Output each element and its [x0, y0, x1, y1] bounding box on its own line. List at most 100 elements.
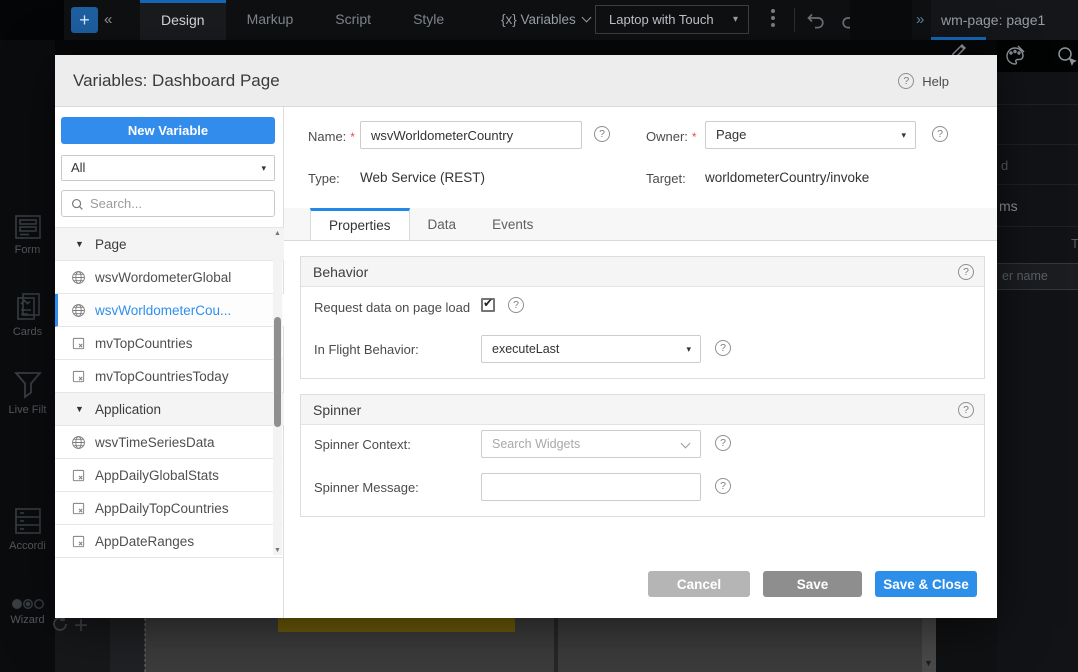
collapse-left-icon[interactable]: «	[104, 0, 112, 40]
scroll-down-icon[interactable]: ▼	[274, 547, 281, 554]
spinner-context-label: Spinner Context:	[314, 437, 411, 452]
palette-item-cards[interactable]: Cards	[0, 292, 55, 338]
device-selector[interactable]: Laptop with Touch ▾	[595, 5, 749, 34]
variable-group-page[interactable]: ▼Page	[55, 228, 284, 261]
mode-tab-script[interactable]: Script	[314, 0, 392, 40]
variable-item[interactable]: wsvWordometerGlobal	[55, 261, 284, 294]
theme-palette-icon[interactable]	[1003, 44, 1027, 73]
right-properties-panel: d ms T er name	[997, 40, 1078, 672]
request-data-checkbox[interactable]: ✔	[481, 298, 495, 312]
page-tab[interactable]: wm-page: page1	[931, 0, 1078, 40]
clipped-text-fragment: d	[1001, 158, 1008, 173]
canvas-scrollbar[interactable]: ▼	[922, 618, 936, 672]
palette-item-accordion[interactable]: Accordi	[0, 506, 55, 552]
name-help-icon[interactable]: ?	[594, 126, 610, 142]
canvas-panel-right[interactable]	[558, 618, 922, 672]
chevron-down-icon	[581, 13, 591, 23]
variable-group-application[interactable]: ▼Application	[55, 393, 284, 426]
sidebar-scrollbar[interactable]: ▲ ▼	[273, 229, 282, 555]
help-link[interactable]: ? Help	[898, 55, 949, 107]
spinner-context-placeholder: Search Widgets	[492, 437, 580, 451]
accordion-icon	[0, 506, 55, 536]
inflight-select[interactable]: executeLast ▾	[481, 335, 701, 363]
mode-tabs: DesignMarkupScriptStyle	[140, 0, 465, 40]
spinner-title: Spinner	[313, 395, 361, 425]
search-input[interactable]	[90, 192, 270, 215]
web-service-icon	[71, 435, 86, 453]
variable-item[interactable]: AppDailyTopCountries	[55, 492, 284, 525]
live-filter-icon	[0, 370, 55, 400]
variable-item[interactable]: wsvTimeSeriesData	[55, 426, 284, 459]
spinner-message-input[interactable]	[481, 473, 701, 501]
panel-row-divider	[997, 104, 1078, 105]
behavior-help-icon[interactable]: ?	[958, 264, 974, 280]
scroll-down-icon[interactable]: ▼	[924, 658, 933, 668]
dialog-header: Variables: Dashboard Page ? Help	[55, 55, 997, 107]
palette-item-wizard[interactable]: Wizard	[0, 598, 55, 626]
inflight-help-icon[interactable]: ?	[715, 340, 731, 356]
behavior-section-header: Behavior ?	[301, 257, 984, 287]
add-widget-button[interactable]: +	[71, 7, 98, 33]
form-icon	[0, 214, 55, 240]
spinner-context-select[interactable]: Search Widgets	[481, 430, 701, 458]
request-data-help-icon[interactable]: ?	[508, 297, 524, 313]
variable-item[interactable]: mvTopCountriesToday	[55, 360, 284, 393]
group-label: Page	[95, 228, 127, 261]
owner-select[interactable]: Page ▾	[705, 121, 916, 149]
variables-menu[interactable]: {x} Variables	[501, 0, 590, 40]
variable-item-label: wsvWordometerGlobal	[95, 261, 231, 294]
top-toolbar: + « DesignMarkupScriptStyle {x} Variable…	[0, 0, 1078, 40]
clipped-name-input[interactable]: er name	[995, 263, 1078, 290]
new-variable-button[interactable]: New Variable	[61, 117, 275, 144]
owner-label: Owner:*	[646, 129, 697, 144]
widget-palette: FormCardsLive FiltAccordiWizard ure	[0, 40, 55, 672]
kebab-menu-icon[interactable]	[771, 9, 775, 27]
type-label: Type:	[308, 171, 340, 186]
mode-tab-markup[interactable]: Markup	[226, 0, 315, 40]
name-label: Name:*	[308, 129, 355, 144]
chevron-down-icon	[681, 439, 691, 449]
palette-item-live-filter[interactable]: Live Filt	[0, 370, 55, 416]
cancel-button[interactable]: Cancel	[648, 571, 750, 597]
dropdown-arrow-icon: ▾	[733, 6, 738, 33]
inspect-zoom-icon[interactable]	[1055, 44, 1078, 73]
mode-tab-style[interactable]: Style	[392, 0, 465, 40]
page-tab-label: wm-page: page1	[941, 12, 1045, 28]
variable-item[interactable]: wsvWorldometerCou...	[55, 294, 284, 327]
save-button[interactable]: Save	[763, 571, 862, 597]
variable-detail-panel: Name:* ? Owner:* Page ▾ ? Type: Web Serv…	[284, 107, 997, 618]
tab-data[interactable]: Data	[410, 208, 475, 240]
variable-item[interactable]: mvTopCountries	[55, 327, 284, 360]
expand-right-icon[interactable]: »	[916, 0, 924, 40]
scrollbar-thumb[interactable]	[274, 317, 281, 427]
spinner-help-icon[interactable]: ?	[958, 402, 974, 418]
save-and-close-button[interactable]: Save & Close	[875, 571, 977, 597]
panel-row-divider	[997, 144, 1078, 145]
variable-item-label: AppDailyTopCountries	[95, 492, 229, 525]
palette-item-form[interactable]: Form	[0, 214, 55, 256]
highlighted-widget-bar[interactable]	[278, 618, 515, 632]
model-variable-icon	[71, 501, 86, 519]
scroll-up-icon[interactable]: ▲	[274, 230, 281, 237]
owner-help-icon[interactable]: ?	[932, 126, 948, 142]
variables-dialog: Variables: Dashboard Page ? Help New Var…	[55, 55, 997, 618]
tab-properties[interactable]: Properties	[310, 208, 410, 240]
variable-item-label: mvTopCountriesToday	[95, 360, 229, 393]
spinner-context-help-icon[interactable]: ?	[715, 435, 731, 451]
panel-row-divider	[997, 226, 1078, 227]
variable-item-label: AppDateRanges	[95, 525, 194, 558]
tab-events[interactable]: Events	[474, 208, 551, 240]
variable-list: ▼PagewsvWordometerGlobalwsvWorldometerCo…	[55, 227, 284, 558]
variable-filter-select[interactable]: All ▾	[61, 155, 275, 181]
mode-tab-design[interactable]: Design	[140, 0, 226, 40]
target-value: worldometerCountry/invoke	[705, 170, 869, 185]
wizard-icon	[0, 598, 55, 610]
variable-item[interactable]: AppDailyGlobalStats	[55, 459, 284, 492]
search-icon	[71, 198, 84, 211]
undo-icon[interactable]	[804, 9, 826, 36]
variable-name-input[interactable]	[360, 121, 582, 149]
variable-item-label: wsvTimeSeriesData	[95, 426, 215, 459]
variable-item[interactable]: AppDateRanges	[55, 525, 284, 558]
variable-item-label: mvTopCountries	[95, 327, 193, 360]
spinner-message-help-icon[interactable]: ?	[715, 478, 731, 494]
